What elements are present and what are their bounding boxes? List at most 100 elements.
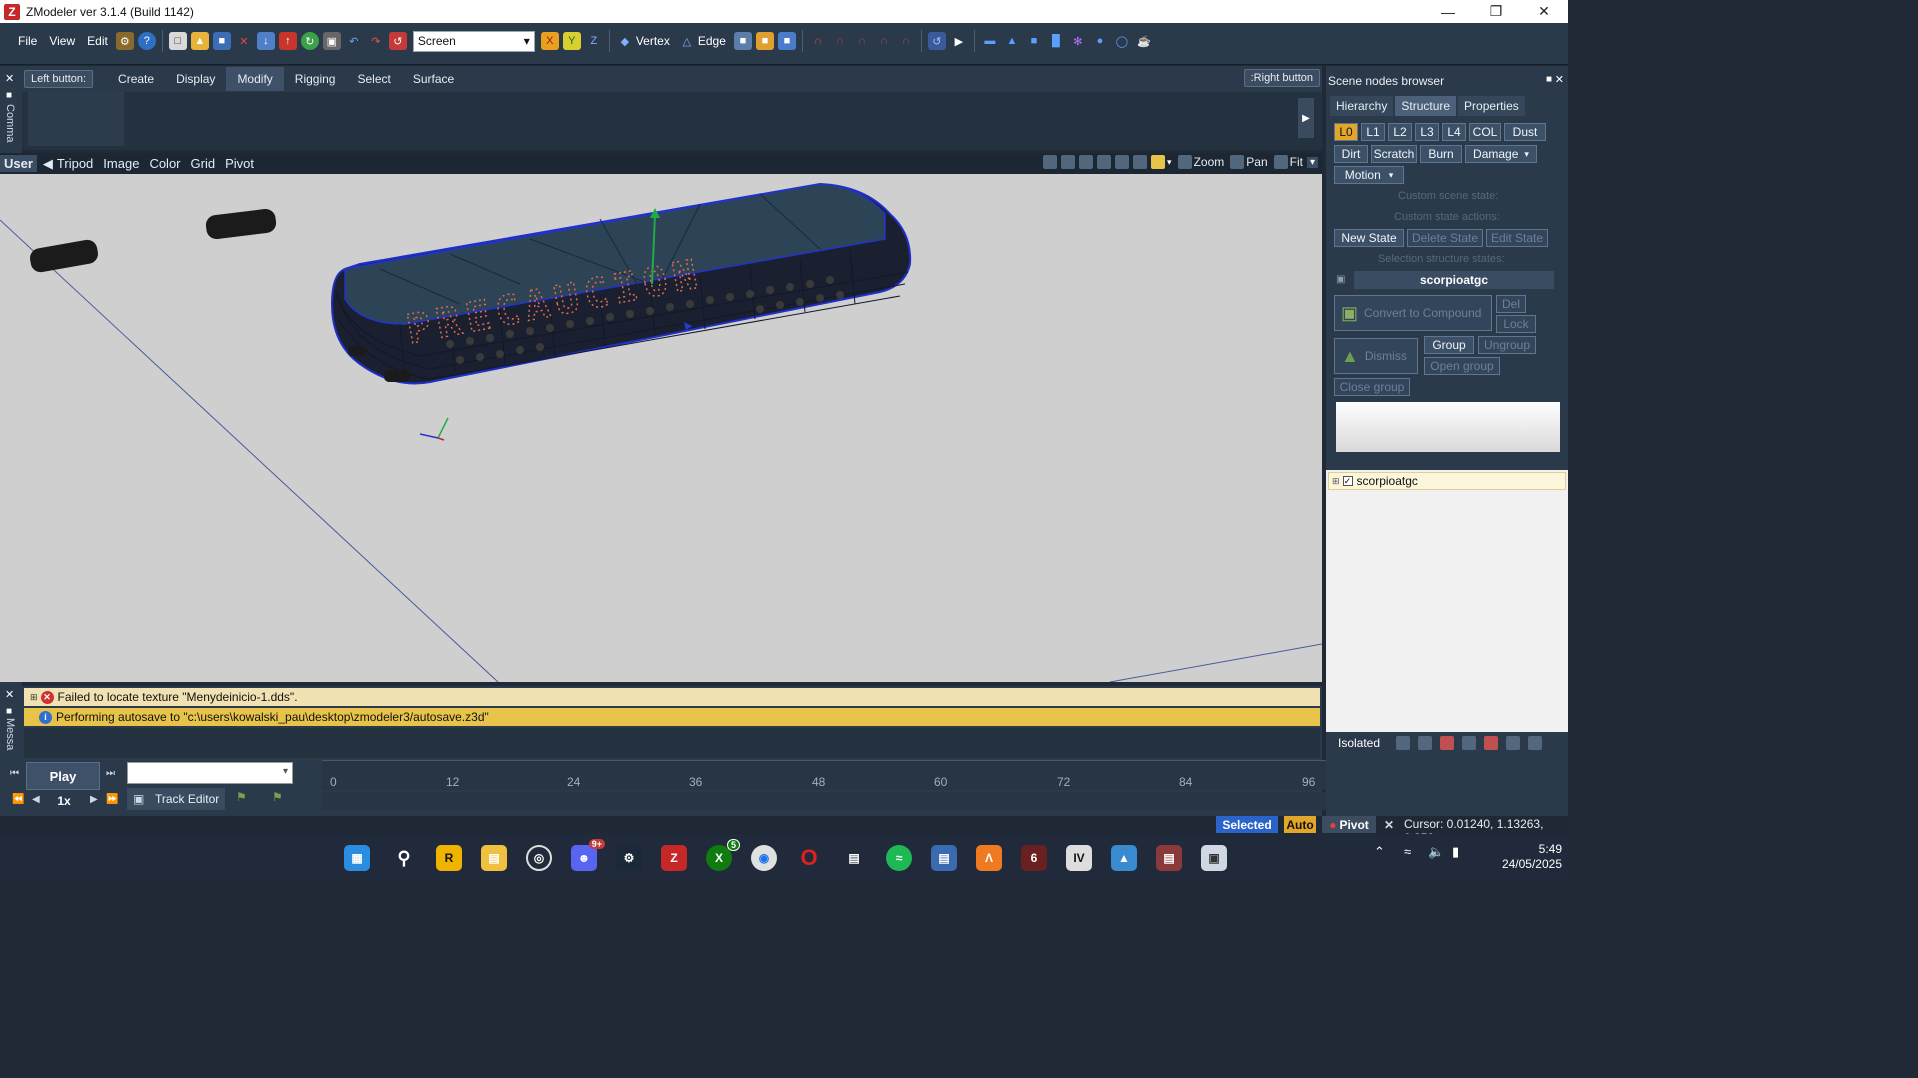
state-motion-button[interactable]: Motion ▾ bbox=[1334, 166, 1404, 184]
shaded-icon[interactable] bbox=[1061, 155, 1076, 169]
pan-button[interactable]: Pan bbox=[1246, 155, 1267, 169]
export-icon[interactable]: ↑ bbox=[278, 32, 297, 50]
settings-icon[interactable]: ⚙ bbox=[115, 32, 134, 50]
filter-icon[interactable] bbox=[1418, 736, 1433, 750]
help-icon[interactable]: ? bbox=[137, 32, 156, 50]
lock-icon[interactable]: ▣ bbox=[1336, 274, 1345, 285]
close-status-icon[interactable]: ✕ bbox=[1380, 816, 1398, 833]
viewport-menu-icon[interactable]: ▾ bbox=[1306, 156, 1318, 168]
battery-icon[interactable]: ▮ bbox=[1452, 844, 1459, 860]
snap-icon[interactable]: ∩ bbox=[831, 32, 849, 50]
winrar-icon[interactable]: ▤ bbox=[1156, 845, 1182, 871]
axis-z-icon[interactable]: Z bbox=[585, 32, 603, 50]
message-error-row[interactable]: ⊞ ✕ Failed to locate texture "Menydeinic… bbox=[24, 688, 1320, 706]
close-panel-icon[interactable]: ✕ bbox=[1555, 73, 1564, 86]
fast-forward-icon[interactable]: ⏩ bbox=[106, 794, 118, 805]
tab-display[interactable]: Display bbox=[165, 67, 226, 91]
expand-icon[interactable]: ⊞ bbox=[30, 692, 38, 703]
loop-icon[interactable]: ↺ bbox=[927, 32, 946, 50]
3d-viewport[interactable]: PRECAUCION bbox=[0, 174, 1322, 682]
zoom-button[interactable]: Zoom bbox=[1194, 155, 1225, 169]
keyframe-remove-icon[interactable]: ⚑ bbox=[272, 790, 283, 804]
zmodeler-icon[interactable]: Z bbox=[661, 845, 687, 871]
axis-y-icon[interactable]: Y bbox=[562, 32, 581, 50]
normals-icon[interactable] bbox=[1097, 155, 1112, 169]
app-icon[interactable]: ▤ bbox=[931, 845, 957, 871]
vertex-mode-button[interactable]: Vertex bbox=[636, 34, 670, 48]
app-icon[interactable]: 6 bbox=[1021, 845, 1047, 871]
del-button[interactable]: Del bbox=[1496, 295, 1526, 313]
save-icon[interactable]: ■ bbox=[212, 32, 231, 50]
app-icon[interactable]: ▣ bbox=[1201, 845, 1227, 871]
chevron-up-icon[interactable]: ⌃ bbox=[1374, 844, 1385, 860]
layer-icon[interactable]: ■ bbox=[777, 32, 796, 50]
app-icon[interactable]: Λ bbox=[976, 845, 1002, 871]
teapot-icon[interactable]: ☕ bbox=[1135, 32, 1153, 50]
state-burn-button[interactable]: Burn bbox=[1420, 145, 1462, 163]
state-dust-button[interactable]: Dust bbox=[1504, 123, 1546, 141]
menu-file[interactable]: File bbox=[12, 34, 43, 48]
scene-canvas[interactable]: PRECAUCION bbox=[0, 174, 1322, 682]
light-icon[interactable] bbox=[1151, 155, 1166, 169]
tab-surface[interactable]: Surface bbox=[402, 67, 465, 91]
group-button[interactable]: Group bbox=[1424, 336, 1474, 354]
snap-grid-icon[interactable]: ∩ bbox=[853, 32, 871, 50]
discord-icon[interactable]: ☻ 9+ bbox=[571, 839, 605, 871]
close-panel-icon[interactable]: ✕ bbox=[5, 72, 14, 85]
menu-edit[interactable]: Edit bbox=[81, 34, 114, 48]
app-icon[interactable]: IV bbox=[1066, 845, 1092, 871]
delete-icon[interactable]: ✕ bbox=[235, 32, 253, 50]
tab-structure[interactable]: Structure bbox=[1395, 96, 1457, 116]
refresh-icon[interactable]: ↻ bbox=[300, 32, 319, 50]
texture-icon[interactable] bbox=[1079, 155, 1094, 169]
expand-icon[interactable]: ⊞ bbox=[1332, 476, 1340, 487]
steam-icon[interactable]: ⚙ bbox=[616, 845, 642, 871]
scroll-right-icon[interactable]: ▶ bbox=[1298, 98, 1314, 138]
rockstar-icon[interactable]: R bbox=[436, 845, 462, 871]
filter-icon[interactable] bbox=[1506, 736, 1521, 750]
tripod-menu[interactable]: Tripod bbox=[57, 156, 93, 171]
skip-start-icon[interactable]: ⏮ bbox=[10, 768, 19, 779]
redo-icon[interactable]: ↷ bbox=[367, 32, 385, 50]
keyframe-add-icon[interactable]: ⚑ bbox=[236, 790, 247, 804]
menu-view[interactable]: View bbox=[43, 34, 81, 48]
state-scratch-button[interactable]: Scratch bbox=[1371, 145, 1417, 163]
app-icon[interactable]: ◎ bbox=[526, 845, 552, 871]
animation-select[interactable]: ▾ bbox=[127, 762, 293, 784]
checker-icon[interactable] bbox=[1133, 155, 1148, 169]
dismiss-button[interactable]: ▲ Dismiss bbox=[1334, 338, 1418, 374]
spotify-icon[interactable]: ≈ bbox=[886, 845, 912, 871]
track-editor-button[interactable]: ▣ Track Editor bbox=[127, 788, 225, 810]
view-mode-select[interactable]: Screen ▾ bbox=[412, 30, 535, 52]
box-icon[interactable]: ■ bbox=[1025, 32, 1043, 50]
wifi-icon[interactable]: ≈ bbox=[1404, 844, 1411, 859]
visibility-checkbox[interactable]: ✓ bbox=[1342, 476, 1353, 486]
face-mode-icon[interactable]: ■ bbox=[733, 32, 752, 50]
fit-icon[interactable] bbox=[1273, 155, 1288, 169]
magnet-icon[interactable]: ∩ bbox=[809, 32, 827, 50]
pan-icon[interactable] bbox=[1230, 155, 1245, 169]
reload-icon[interactable]: ↺ bbox=[388, 32, 407, 50]
step-forward-icon[interactable]: ▶ bbox=[90, 794, 98, 805]
filter-icon[interactable] bbox=[1484, 736, 1499, 750]
vertex-icon[interactable]: ◆ bbox=[616, 32, 634, 50]
axis-x-icon[interactable]: X bbox=[540, 32, 559, 50]
wireframe-icon[interactable] bbox=[1043, 155, 1058, 169]
snapshot-icon[interactable]: ▣ bbox=[322, 32, 341, 50]
torus-icon[interactable]: ◯ bbox=[1113, 32, 1131, 50]
pin-icon[interactable]: ■ bbox=[1546, 74, 1552, 85]
expand-right-icon[interactable]: ▶ bbox=[950, 32, 968, 50]
close-panel-icon[interactable]: ✕ bbox=[5, 688, 14, 701]
opera-icon[interactable]: O bbox=[796, 845, 822, 871]
delete-state-button[interactable]: Delete State bbox=[1407, 229, 1483, 247]
cylinder-icon[interactable]: █ bbox=[1047, 32, 1065, 50]
zoom-icon[interactable] bbox=[1177, 155, 1192, 169]
chrome-icon[interactable]: ◉ bbox=[751, 845, 777, 871]
new-state-button[interactable]: New State bbox=[1334, 229, 1404, 247]
chevron-down-icon[interactable]: ▾ bbox=[1167, 157, 1172, 168]
state-damage-button[interactable]: Damage ▾ bbox=[1465, 145, 1537, 163]
fit-button[interactable]: Fit bbox=[1290, 155, 1303, 169]
color-menu[interactable]: Color bbox=[149, 156, 180, 171]
lod-l3-button[interactable]: L3 bbox=[1415, 123, 1439, 141]
lock-button[interactable]: Lock bbox=[1496, 315, 1536, 333]
